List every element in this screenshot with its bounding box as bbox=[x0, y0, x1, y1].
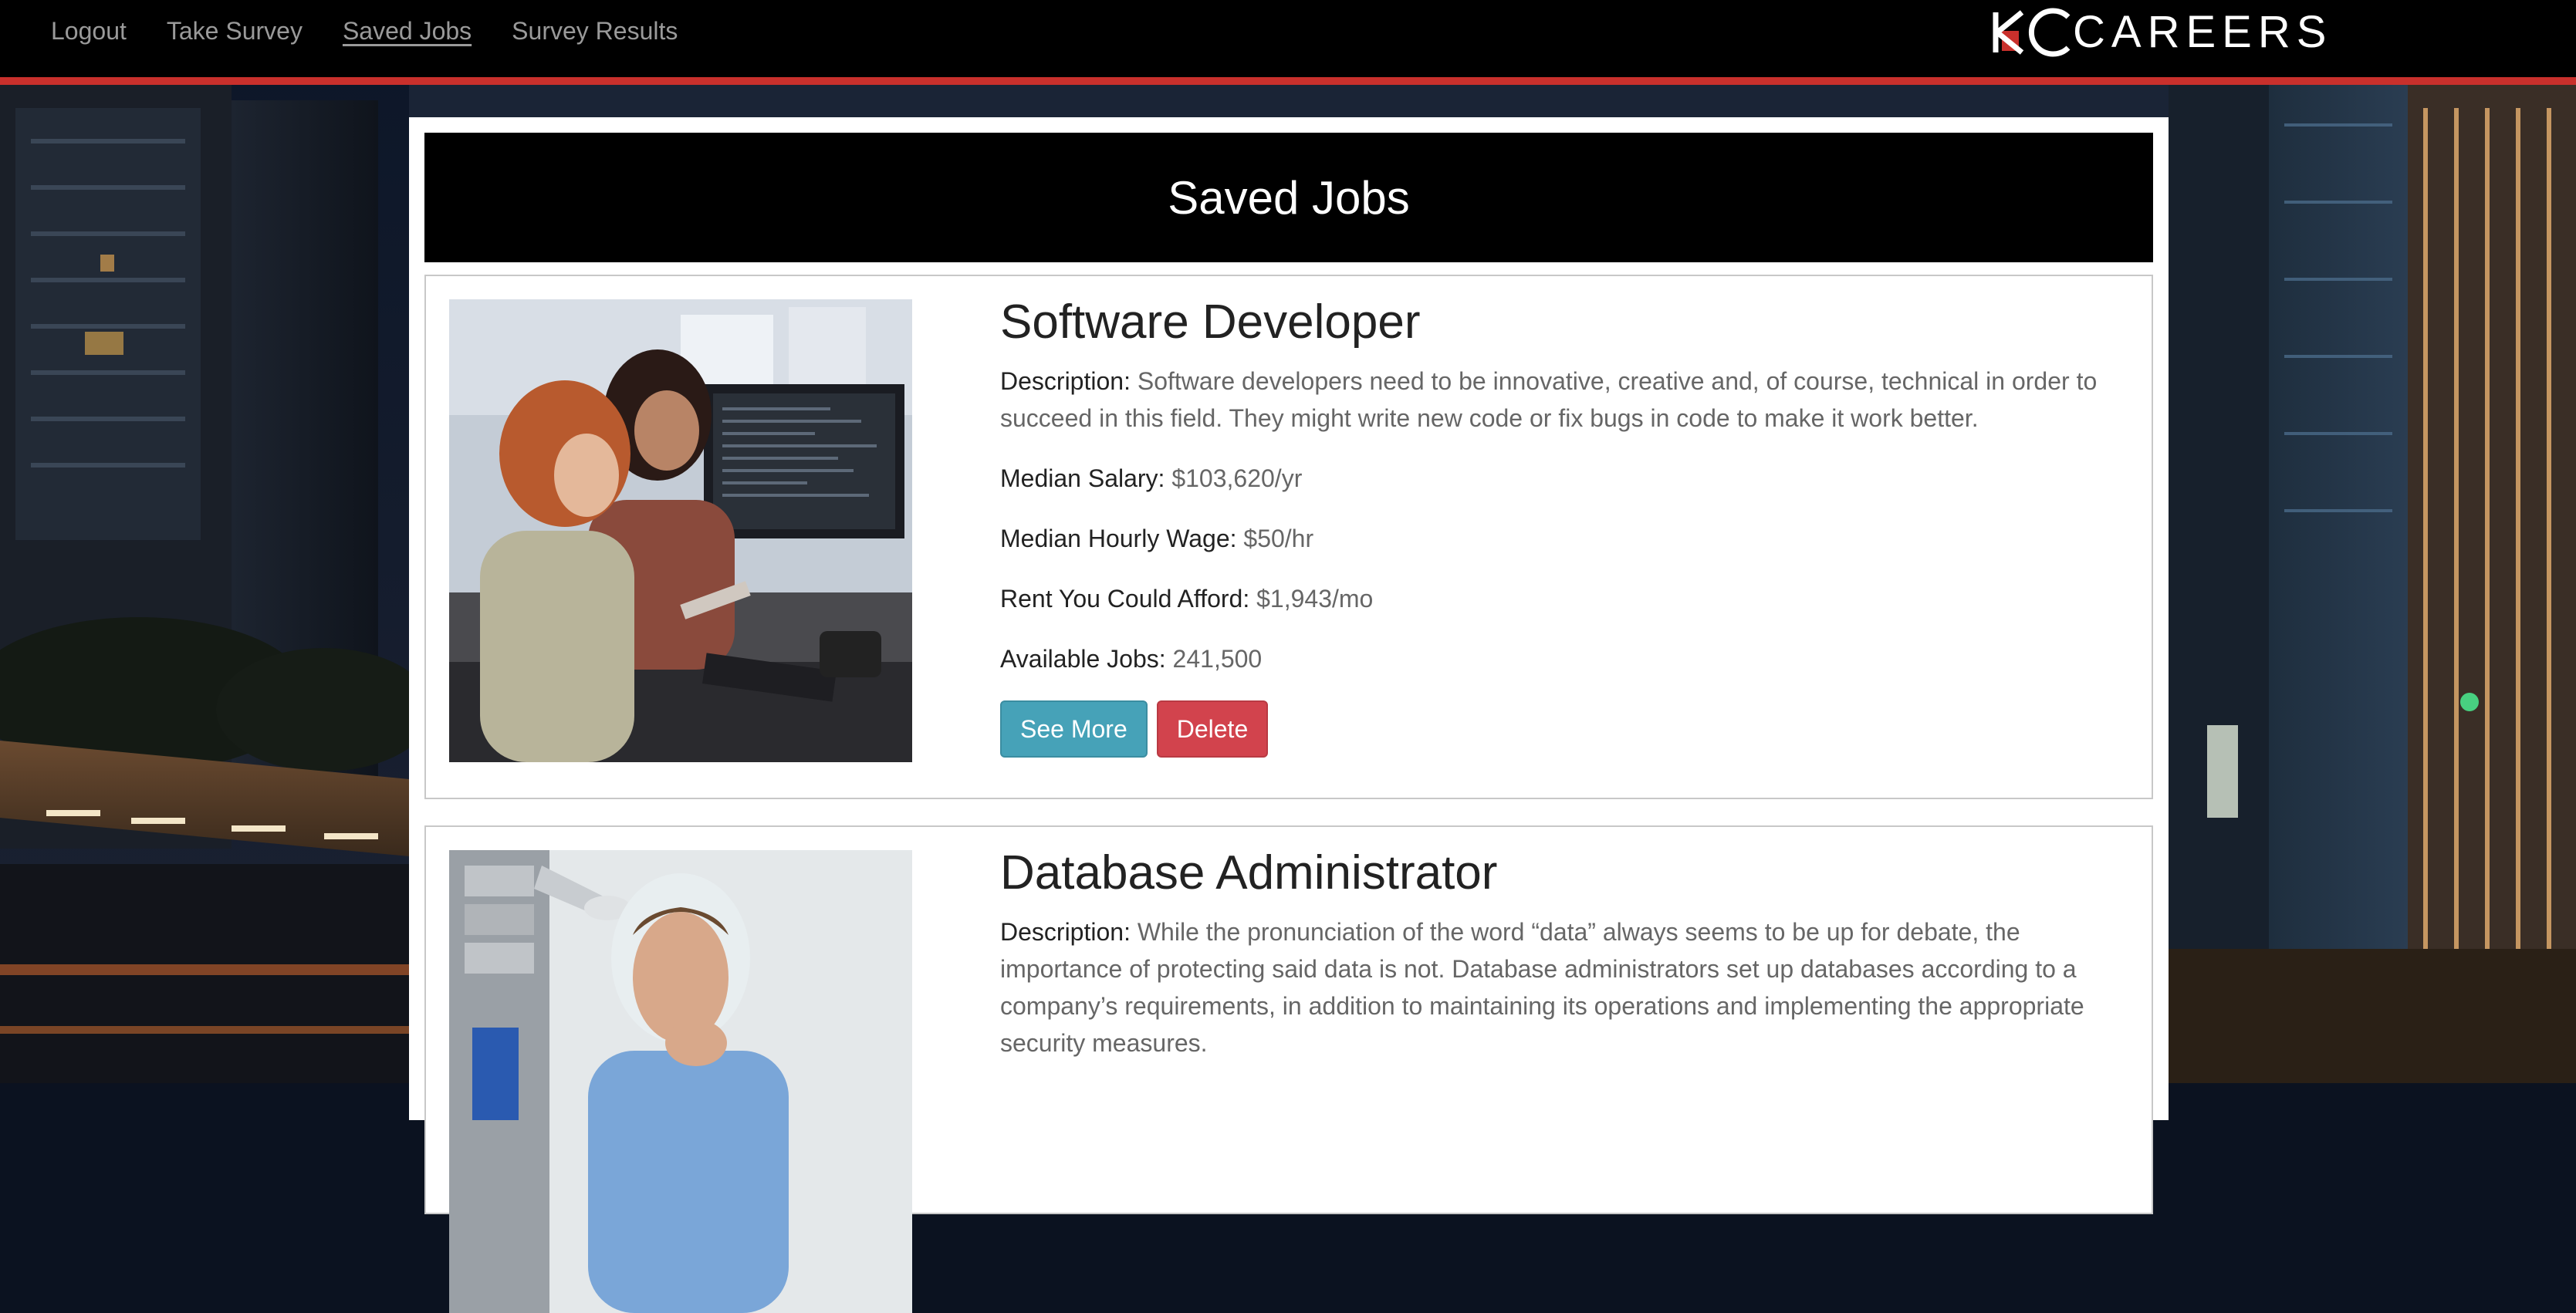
median-salary-value: $103,620/yr bbox=[1171, 464, 1303, 492]
nav-link-take-survey[interactable]: Take Survey bbox=[167, 17, 303, 46]
brand-logo[interactable]: CAREERS bbox=[1991, 8, 2332, 57]
man-in-server-room-photo bbox=[449, 850, 912, 1313]
median-hourly-wage-label: Median Hourly Wage: bbox=[1000, 525, 1237, 552]
description-label: Description: bbox=[1000, 918, 1131, 946]
kc-logo-icon bbox=[1993, 8, 2071, 57]
available-jobs-label: Available Jobs: bbox=[1000, 645, 1166, 673]
rent-afford-value: $1,943/mo bbox=[1256, 585, 1374, 613]
description-label: Description: bbox=[1000, 367, 1131, 395]
nav-link-logout[interactable]: Logout bbox=[51, 17, 127, 46]
saved-jobs-panel: Saved Jobs Software Developer Descriptio… bbox=[409, 117, 2169, 1313]
job-photo bbox=[449, 850, 912, 1313]
rent-afford-label: Rent You Could Afford: bbox=[1000, 585, 1250, 613]
job-photo bbox=[449, 299, 912, 762]
job-description: Description: Software developers need to… bbox=[1000, 363, 2127, 437]
delete-button[interactable]: Delete bbox=[1156, 700, 1269, 758]
median-hourly-wage: Median Hourly Wage: $50/hr bbox=[1000, 520, 2127, 557]
top-navbar: Logout Take Survey Saved Jobs Survey Res… bbox=[0, 0, 2576, 85]
job-info: Software Developer Description: Software… bbox=[1000, 293, 2127, 758]
job-card: Database Administrator Description: Whil… bbox=[424, 825, 2153, 1313]
median-salary-label: Median Salary: bbox=[1000, 464, 1165, 492]
job-actions: See More Delete bbox=[1000, 700, 2127, 758]
brand-text: CAREERS bbox=[2073, 7, 2333, 57]
page-title: Saved Jobs bbox=[1168, 171, 1410, 224]
median-salary: Median Salary: $103,620/yr bbox=[1000, 460, 2127, 497]
nav-links: Logout Take Survey Saved Jobs Survey Res… bbox=[51, 17, 678, 46]
nav-link-saved-jobs[interactable]: Saved Jobs bbox=[343, 17, 472, 46]
rent-afford: Rent You Could Afford: $1,943/mo bbox=[1000, 580, 2127, 617]
job-description: Description: While the pronunciation of … bbox=[1000, 913, 2127, 1062]
description-text: While the pronunciation of the word “dat… bbox=[1000, 918, 2084, 1057]
available-jobs-value: 241,500 bbox=[1172, 645, 1263, 673]
page-title-bar: Saved Jobs bbox=[424, 133, 2153, 262]
job-card: Software Developer Description: Software… bbox=[424, 275, 2153, 799]
median-hourly-wage-value: $50/hr bbox=[1243, 525, 1314, 552]
description-text: Software developers need to be innovativ… bbox=[1000, 367, 2098, 432]
nav-link-survey-results[interactable]: Survey Results bbox=[512, 17, 678, 46]
two-women-at-computer-photo bbox=[449, 299, 912, 762]
job-title: Software Developer bbox=[1000, 295, 1421, 349]
available-jobs: Available Jobs: 241,500 bbox=[1000, 640, 2127, 677]
see-more-button[interactable]: See More bbox=[1000, 700, 1148, 758]
job-info: Database Administrator Description: Whil… bbox=[1000, 844, 2127, 1062]
job-title: Database Administrator bbox=[1000, 846, 1498, 900]
